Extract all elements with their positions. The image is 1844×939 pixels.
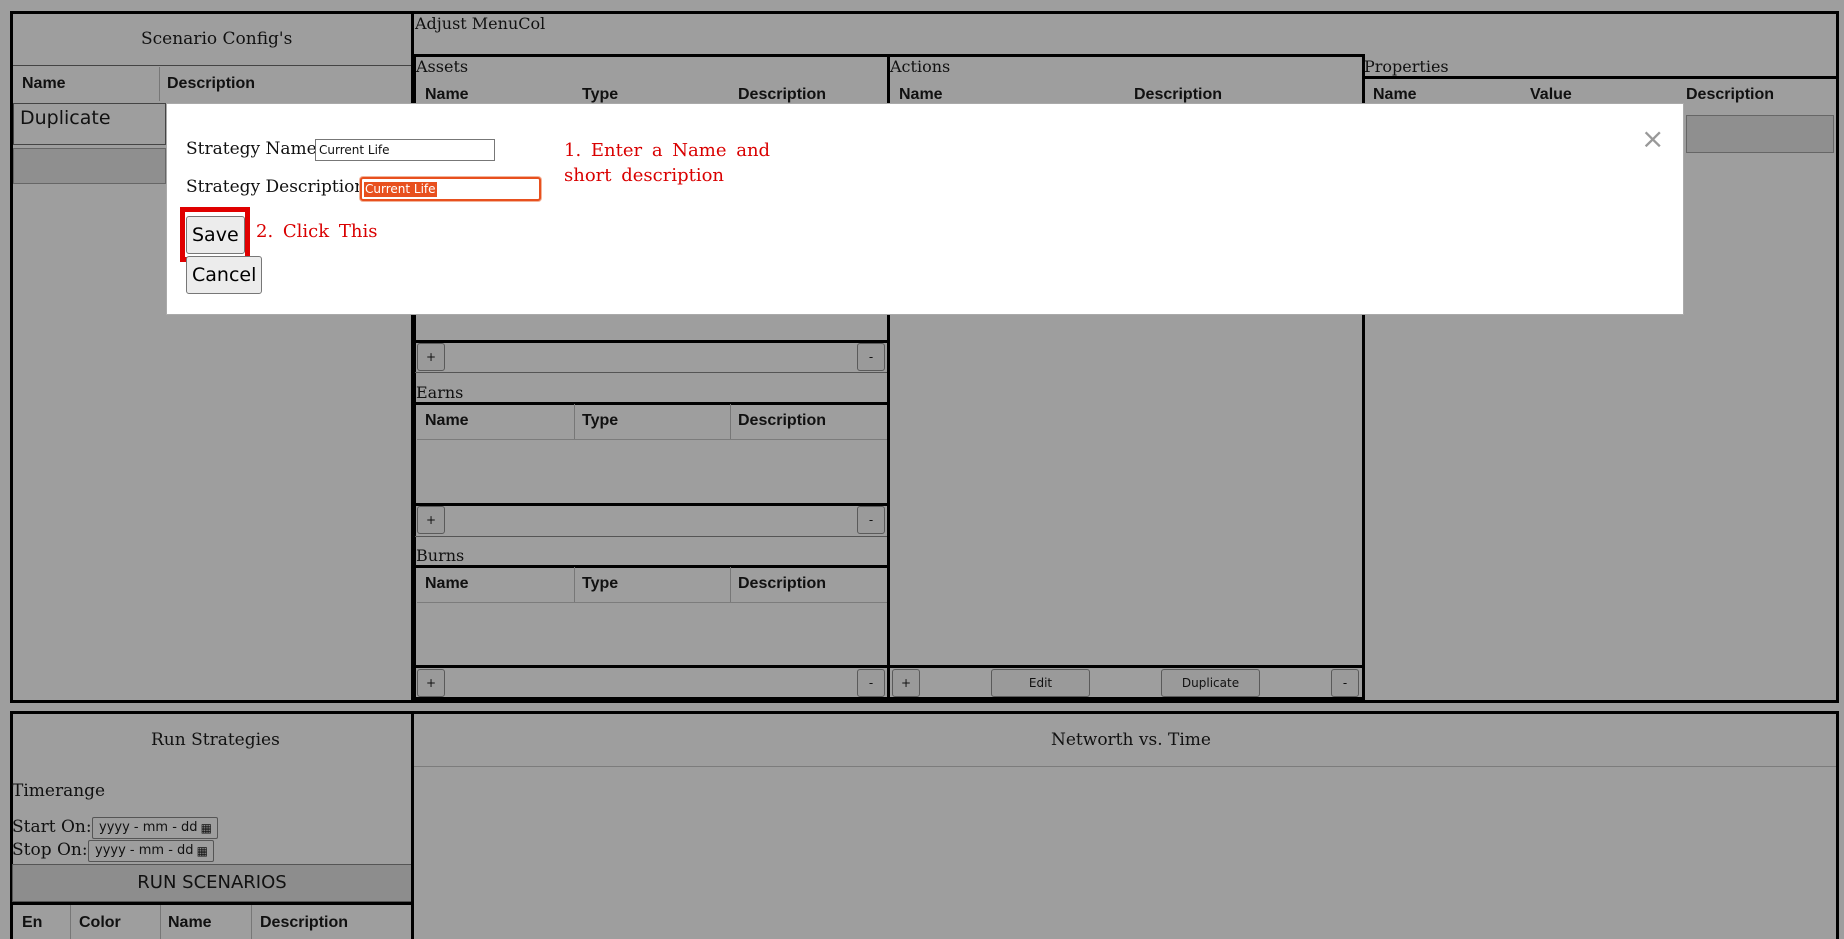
strategy-name-input[interactable] xyxy=(315,139,495,161)
calendar-icon[interactable]: ▦ xyxy=(197,841,208,861)
scenario-config-divider xyxy=(13,65,411,66)
properties-col-description: Description xyxy=(1686,86,1775,103)
scenario-config-title: Scenario Config's xyxy=(141,29,293,49)
run-col-en: En xyxy=(22,914,43,931)
earns-col-name: Name xyxy=(425,412,469,429)
burns-col-name: Name xyxy=(425,575,469,592)
strategy-description-selected-text: Current Life xyxy=(364,182,437,197)
run-col-sep-2 xyxy=(160,905,161,939)
run-scenarios-button[interactable]: RUN SCENARIOS xyxy=(12,864,412,902)
burns-col-description: Description xyxy=(738,575,827,592)
run-col-name: Name xyxy=(168,914,212,931)
burns-header-line xyxy=(417,602,887,603)
calendar-icon[interactable]: ▦ xyxy=(201,818,212,838)
earns-footer xyxy=(415,503,888,537)
adjust-title: Adjust MenuCol xyxy=(415,14,546,33)
actions-col-name: Name xyxy=(899,86,943,103)
start-date-input[interactable]: yyyy - mm - dd ▦ xyxy=(92,817,218,839)
actions-col-description: Description xyxy=(1134,86,1223,103)
scenario-col-separator xyxy=(159,67,160,101)
run-col-color: Color xyxy=(79,914,121,931)
actions-edit-button[interactable]: Edit xyxy=(991,669,1090,697)
burns-add-button[interactable]: + xyxy=(417,669,445,697)
earns-sep-2 xyxy=(730,404,731,439)
properties-col-value: Value xyxy=(1530,86,1572,103)
run-table-top xyxy=(12,902,412,905)
timerange-label: Timerange xyxy=(12,781,106,801)
start-date-placeholder: yyyy - mm - dd xyxy=(99,820,198,835)
stop-date-placeholder: yyyy - mm - dd xyxy=(95,843,194,858)
scenario-col-description: Description xyxy=(167,75,256,92)
assets-title: Assets xyxy=(416,57,469,76)
save-button[interactable]: Save xyxy=(186,216,245,254)
properties-row[interactable] xyxy=(1686,115,1834,153)
scenario-row-button[interactable] xyxy=(13,148,166,184)
properties-top-line xyxy=(1362,76,1836,79)
strategy-description-input[interactable]: Current Life xyxy=(360,177,541,201)
earns-header-line xyxy=(417,439,887,440)
scenario-row-name: Duplicate xyxy=(20,107,111,129)
strategy-name-label: Strategy Name: xyxy=(186,139,323,159)
earns-add-button[interactable]: + xyxy=(417,506,445,534)
earns-col-type: Type xyxy=(582,412,619,429)
close-icon[interactable]: × xyxy=(1641,122,1664,155)
stop-date-input[interactable]: yyyy - mm - dd ▦ xyxy=(88,840,214,862)
burns-remove-button[interactable]: - xyxy=(857,669,885,697)
start-on-label: Start On: xyxy=(12,817,92,837)
stop-on-label: Stop On: xyxy=(12,840,88,860)
strategy-description-label: Strategy Description: xyxy=(186,177,372,197)
run-col-sep-1 xyxy=(70,905,71,939)
assets-col-description: Description xyxy=(738,86,827,103)
run-col-sep-3 xyxy=(251,905,252,939)
burns-sep-1 xyxy=(574,567,575,602)
earns-title: Earns xyxy=(416,383,464,402)
instruction-note-1-line1: 1. Enter a Name and xyxy=(564,140,771,161)
earns-remove-button[interactable]: - xyxy=(857,506,885,534)
actions-add-button[interactable]: + xyxy=(892,669,920,697)
actions-title: Actions xyxy=(890,57,951,76)
scenario-col-name: Name xyxy=(22,75,66,92)
burns-sep-2 xyxy=(730,567,731,602)
actions-remove-button[interactable]: - xyxy=(1331,669,1359,697)
networth-title: Networth vs. Time xyxy=(1051,730,1211,750)
instruction-note-1-line2: short description xyxy=(564,165,725,186)
assets-add-button[interactable]: + xyxy=(417,343,445,371)
properties-title: Properties xyxy=(1364,57,1449,76)
earns-col-description: Description xyxy=(738,412,827,429)
burns-title: Burns xyxy=(416,546,465,565)
burns-col-type: Type xyxy=(582,575,619,592)
cancel-button[interactable]: Cancel xyxy=(186,256,263,294)
assets-col-name: Name xyxy=(425,86,469,103)
run-strategies-title: Run Strategies xyxy=(151,730,280,750)
instruction-note-1: 1. Enter a Name and short description xyxy=(564,138,770,188)
assets-remove-button[interactable]: - xyxy=(857,343,885,371)
assets-col-type: Type xyxy=(582,86,619,103)
actions-duplicate-button[interactable]: Duplicate xyxy=(1161,669,1260,697)
burns-footer xyxy=(415,665,888,700)
assets-footer xyxy=(415,340,888,373)
instruction-note-2: 2. Click This xyxy=(256,221,378,242)
properties-col-name: Name xyxy=(1373,86,1417,103)
networth-divider xyxy=(414,766,1836,767)
run-col-description: Description xyxy=(260,914,349,931)
earns-sep-1 xyxy=(574,404,575,439)
run-scenarios-label: RUN SCENARIOS xyxy=(137,872,287,893)
strategy-modal: Strategy Name: Strategy Description: Cur… xyxy=(166,103,1684,315)
actions-footer xyxy=(889,665,1363,700)
